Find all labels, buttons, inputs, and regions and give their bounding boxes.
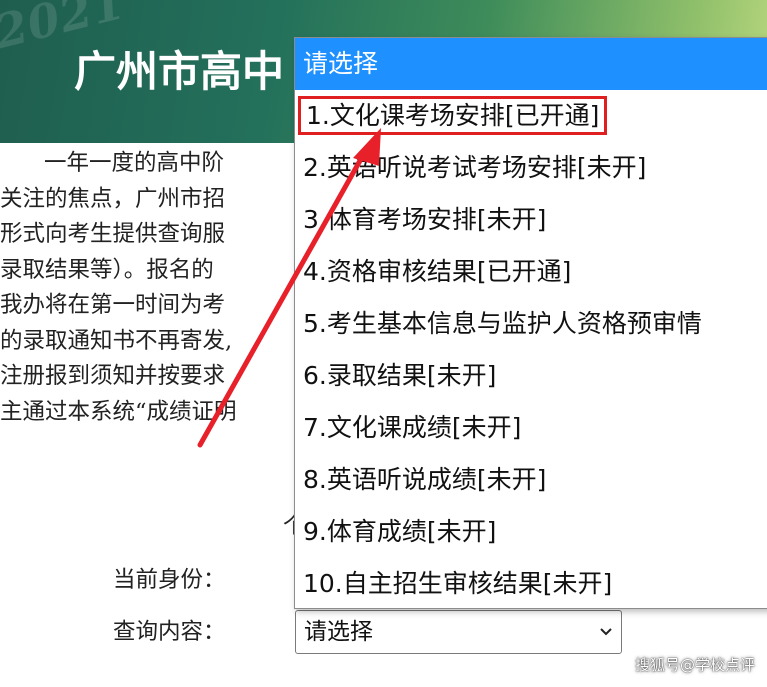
intro-line: 我办将在第一时间为考 (0, 292, 226, 318)
identity-label: 当前身份： (113, 567, 226, 593)
dropdown-option-academic-score[interactable]: 7.文化课成绩[未开] (295, 402, 767, 454)
intro-paragraph: 一年一度的高中阶 关注的焦点，广州市招 形式向考生提供查询服 录取结果等）。报名… (0, 146, 300, 430)
intro-line: 关注的焦点，广州市招 (0, 185, 226, 212)
intro-line: 主通过本系统“成绩证明 (0, 398, 237, 425)
select-value: 请选择 (304, 619, 373, 645)
dropdown-option-admission-result[interactable]: 6.录取结果[未开] (295, 350, 767, 402)
intro-line: 形式向考生提供查询服 (0, 221, 226, 247)
dropdown-option-pe-score[interactable]: 9.体育成绩[未开] (295, 506, 767, 558)
query-content-select[interactable]: 请选择 (295, 610, 622, 654)
intro-line: 一年一度的高中阶 (44, 150, 225, 176)
query-content-label: 查询内容： (113, 619, 226, 645)
chevron-down-icon[interactable] (599, 611, 613, 669)
highlighted-option-label: 1.文化课考场安排[已开通] (297, 96, 608, 135)
query-content-dropdown[interactable]: 请选择 1.文化课考场安排[已开通] 2.英语听说考试考场安排[未开] 3.体育… (294, 37, 767, 609)
dropdown-option-placeholder[interactable]: 请选择 (295, 38, 767, 90)
dropdown-option-exam-room[interactable]: 1.文化课考场安排[已开通] (295, 90, 767, 142)
dropdown-option-independent-enrollment[interactable]: 10.自主招生审核结果[未开] (295, 558, 767, 608)
dropdown-option-basic-info[interactable]: 5.考生基本信息与监护人资格预审情 (295, 298, 767, 350)
page-title: 广州市高中 (74, 47, 285, 96)
dropdown-option-english-score[interactable]: 8.英语听说成绩[未开] (295, 454, 767, 506)
intro-line: 录取结果等）。报名的 (0, 256, 214, 283)
source-credit: 搜狐号@学校点评 (634, 656, 755, 674)
intro-line: 的录取通知书不再寄发, (0, 327, 233, 354)
dropdown-option-pe-exam-room[interactable]: 3.体育考场安排[未开] (295, 194, 767, 246)
dropdown-option-qualification-result[interactable]: 4.资格审核结果[已开通] (295, 246, 767, 298)
intro-line: 注册报到须知并按要求 (0, 363, 226, 389)
dropdown-option-english-exam-room[interactable]: 2.英语听说考试考场安排[未开] (295, 142, 767, 194)
